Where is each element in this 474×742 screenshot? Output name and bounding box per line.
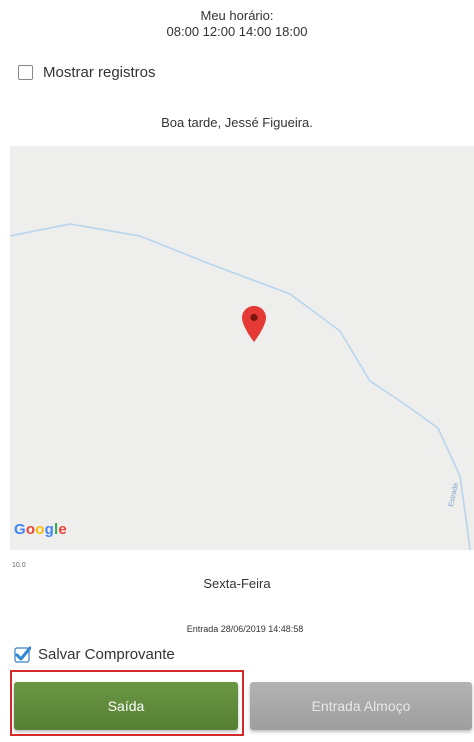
checkbox-checked-icon[interactable] <box>14 646 31 663</box>
save-receipt-label: Salvar Comprovante <box>38 646 175 663</box>
scale-label: 10.0 <box>12 562 26 569</box>
last-record-text: Entrada 28/06/2019 14:48:58 <box>186 624 304 634</box>
lunch-entry-button[interactable]: Entrada Almoço <box>250 682 472 730</box>
map-view[interactable]: Google Estrada <box>10 146 474 550</box>
show-records-checkbox[interactable] <box>18 65 33 80</box>
schedule-times: 08:00 12:00 14:00 18:00 <box>166 24 308 39</box>
road-line <box>10 223 471 550</box>
greeting-text: Boa tarde, Jessé Figueira. <box>161 115 313 130</box>
weekday-label: Sexta-Feira <box>203 576 271 591</box>
show-records-label: Mostrar registros <box>43 64 156 81</box>
location-pin-icon[interactable] <box>242 306 266 342</box>
schedule-label: Meu horário: <box>200 8 274 23</box>
app-screen: Meu horário: 08:00 12:00 14:00 18:00 Mos… <box>0 0 474 742</box>
google-logo: Google <box>14 521 67 538</box>
schedule-header: Meu horário: 08:00 12:00 14:00 18:00 <box>0 8 474 40</box>
exit-button[interactable]: Saída <box>14 682 238 730</box>
show-records-toggle[interactable]: Mostrar registros <box>18 64 156 81</box>
map-roads <box>10 223 471 550</box>
save-receipt-toggle[interactable]: Salvar Comprovante <box>14 646 175 663</box>
